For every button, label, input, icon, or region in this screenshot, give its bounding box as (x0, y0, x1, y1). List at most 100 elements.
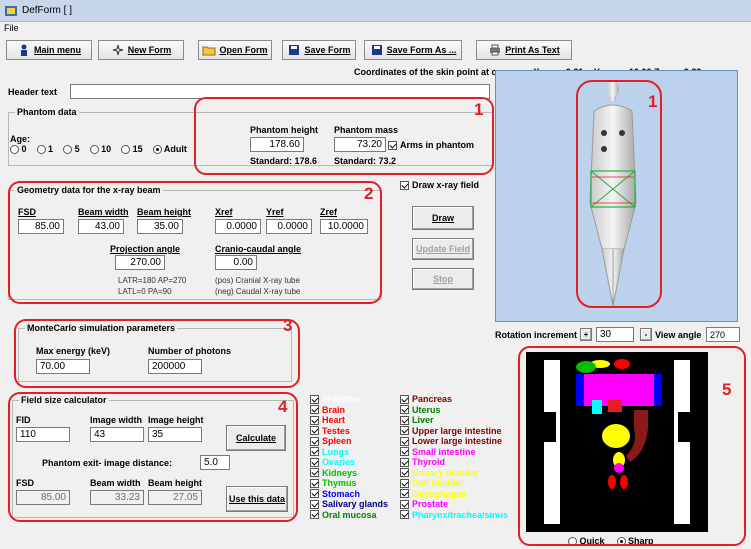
organ-checkbox[interactable]: Gall bladder (400, 478, 508, 489)
organ-checkbox[interactable]: Brain (310, 405, 388, 416)
radio-icon (10, 145, 19, 155)
checkbox-icon (400, 489, 409, 499)
age-option-10[interactable]: 10 (89, 144, 111, 155)
organ-checkbox[interactable]: Liver (400, 415, 508, 426)
organ-checkbox[interactable]: Skeleton (310, 394, 388, 405)
save-form-as-button[interactable]: Save Form As ... (364, 40, 462, 60)
age-option-0[interactable]: 0 (10, 144, 27, 155)
organ-checkbox[interactable]: Kidneys (310, 468, 388, 479)
organ-label: Uterus (412, 404, 441, 415)
checkbox-icon (400, 510, 409, 520)
organ-checkbox[interactable]: Upper large intestine (400, 426, 508, 437)
age-label: Age: (10, 134, 30, 144)
save-icon (289, 45, 300, 55)
stop-button[interactable]: Stop (412, 268, 474, 290)
save-as-icon (371, 45, 382, 55)
radio-selected-icon (152, 145, 162, 155)
rotation-increment-input[interactable]: 30 (596, 327, 634, 342)
new-form-label: New Form (127, 45, 172, 55)
annotation-box-1 (194, 97, 494, 175)
organ-checkbox[interactable]: Prostate (400, 499, 508, 510)
checkbox-icon (400, 468, 409, 478)
annotation-box-1b (576, 80, 662, 308)
age-option-5[interactable]: 5 (63, 144, 80, 155)
title-bar: DefForm [ ] (0, 0, 751, 22)
draw-field-label: Draw x-ray field (412, 180, 480, 190)
organ-checkbox[interactable]: Thymus (310, 478, 388, 489)
radio-icon (121, 145, 131, 155)
checkbox-icon (310, 489, 319, 499)
organ-label: Spleen (322, 436, 352, 447)
checkbox-icon (310, 457, 319, 467)
organ-checkbox[interactable]: Pancreas (400, 394, 508, 405)
annotation-box-4 (8, 392, 298, 522)
draw-button[interactable]: Draw (412, 206, 474, 230)
organ-checkbox[interactable]: Stomach (310, 489, 388, 500)
folder-icon (202, 46, 216, 56)
main-menu-label: Main menu (33, 45, 81, 55)
organ-label: Urinary bladder (412, 467, 479, 478)
organ-checkbox[interactable]: Oral mucosa (310, 510, 388, 521)
organ-checkbox[interactable]: Salivary glands (310, 499, 388, 510)
print-as-text-button[interactable]: Print As Text (476, 40, 572, 60)
open-form-label: Open Form (219, 45, 268, 55)
checkbox-icon (310, 468, 319, 478)
organ-label: Kidneys (322, 467, 358, 478)
checkbox-icon (400, 447, 409, 457)
organ-label: Testes (322, 425, 350, 436)
save-form-button[interactable]: Save Form (282, 40, 356, 60)
organ-label: Prostate (412, 499, 449, 510)
organ-checkbox[interactable]: Uterus (400, 405, 508, 416)
organ-label: Gall bladder (412, 478, 465, 489)
checkbox-icon (310, 499, 319, 509)
organ-checkbox[interactable]: Oesophagus (400, 489, 508, 500)
annotation-number-5: 5 (722, 380, 732, 399)
age-label-adult: Adult (163, 144, 187, 154)
new-icon (112, 44, 123, 56)
update-field-button[interactable]: Update Field (412, 238, 474, 260)
view-angle-input[interactable]: 270 (706, 327, 740, 342)
main-menu-button[interactable]: Main menu (6, 40, 92, 60)
checkbox-icon (310, 436, 319, 446)
checkbox-icon (400, 478, 409, 488)
organ-checkbox[interactable]: Lungs (310, 447, 388, 458)
age-option-15[interactable]: 15 (121, 144, 143, 155)
phantom-group-label: Phantom data (15, 107, 79, 117)
organ-checkbox[interactable]: Lower large intestine (400, 436, 508, 447)
age-option-1[interactable]: 1 (36, 144, 53, 155)
organ-label: Thymus (322, 478, 357, 489)
organ-checkbox[interactable]: Heart (310, 415, 388, 426)
window-title: DefForm [ ] (22, 5, 73, 16)
checkbox-icon (400, 499, 409, 509)
view-angle-label: View angle (655, 330, 702, 340)
age-option-adult[interactable]: Adult (152, 144, 187, 155)
menu-file[interactable]: File (4, 23, 19, 33)
organ-checkbox[interactable]: Spleen (310, 436, 388, 447)
checkbox-icon (310, 447, 319, 457)
organ-label: Lower large intestine (412, 436, 503, 447)
draw-xray-field-checkbox[interactable]: Draw x-ray field (400, 180, 479, 190)
radio-icon (36, 145, 46, 155)
organ-checkbox[interactable]: Urinary bladder (400, 468, 508, 479)
organ-checkbox[interactable]: Ovaries (310, 457, 388, 468)
organ-label: Heart (322, 415, 346, 426)
organ-label: Liver (412, 415, 434, 426)
organ-checkbox[interactable]: Small intestine (400, 447, 508, 458)
checkbox-icon (310, 510, 319, 520)
age-radio-group: 0 1 5 10 15 Adult (10, 144, 187, 155)
open-form-button[interactable]: Open Form (198, 40, 272, 60)
organ-label: Upper large intestine (412, 425, 502, 436)
person-icon (20, 44, 27, 56)
checkbox-icon (310, 478, 319, 488)
organ-checkbox[interactable]: Pharynx/trachea/sinus (400, 510, 508, 521)
organ-list-left: Skeleton Brain Heart Testes Spleen Lungs Ovari… (310, 394, 388, 520)
rotation-increment-label: Rotation increment (495, 330, 578, 340)
organ-label: Stomach (322, 488, 361, 499)
rotate-plus-button[interactable]: + (580, 328, 592, 341)
organ-checkbox[interactable]: Thyroid (400, 457, 508, 468)
rotate-minus-button[interactable]: - (640, 328, 652, 341)
annotation-box-3 (14, 319, 300, 388)
annotation-box-2 (8, 181, 382, 304)
organ-checkbox[interactable]: Testes (310, 426, 388, 437)
new-form-button[interactable]: New Form (98, 40, 184, 60)
